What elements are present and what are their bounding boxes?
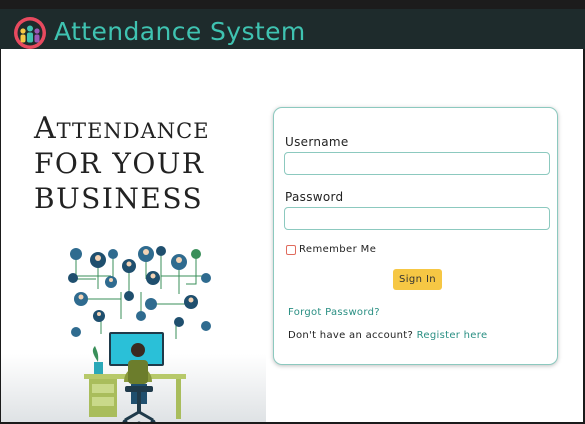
hero-line-1: Attendance <box>34 111 210 146</box>
login-card: Username Password Remember Me Sign In Fo… <box>273 107 558 365</box>
app-title: Attendance System <box>54 17 306 46</box>
username-label: Username <box>285 135 349 149</box>
sign-in-button[interactable]: Sign In <box>393 269 442 290</box>
people-group-logo-icon <box>14 17 46 49</box>
remember-me-checkbox[interactable] <box>286 244 296 255</box>
hero-title: Attendance FOR YOUR BUSINESS <box>34 111 210 216</box>
register-link[interactable]: Register here <box>417 330 488 341</box>
hero-line-3: BUSINESS <box>34 182 204 215</box>
hero-line-2: FOR YOUR <box>34 147 205 180</box>
register-prompt: Don't have an account? Register here <box>288 330 487 341</box>
username-input[interactable] <box>284 152 550 175</box>
app-header: Attendance System <box>0 9 585 49</box>
no-account-text: Don't have an account? <box>288 330 414 341</box>
password-label: Password <box>285 190 344 204</box>
password-input[interactable] <box>284 207 550 230</box>
remember-me: Remember Me <box>286 244 376 255</box>
remember-me-label[interactable]: Remember Me <box>299 244 376 255</box>
main-content: Attendance FOR YOUR BUSINESS Username Pa… <box>1 49 583 422</box>
window-top-strip <box>0 0 585 9</box>
office-worker-illustration <box>1 246 266 422</box>
forgot-password-link[interactable]: Forgot Password? <box>288 307 380 318</box>
